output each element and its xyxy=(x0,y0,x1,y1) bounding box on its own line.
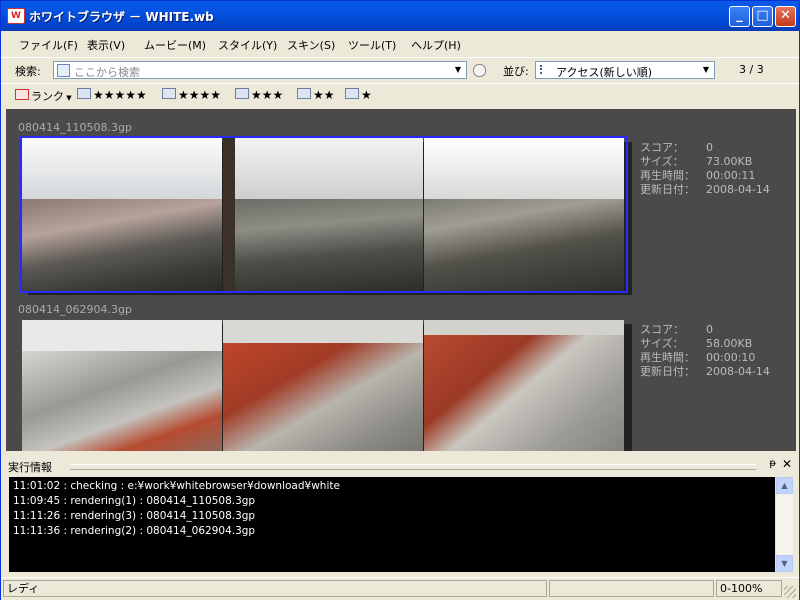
status-bar: レディ 0-100% xyxy=(1,577,799,600)
rank-dropdown[interactable]: ランク ▼ xyxy=(15,88,72,104)
size-value: 73.00KB xyxy=(706,155,753,168)
title-bar[interactable]: W ホワイトブラウザ － WHITE.wb _ □ ✕ xyxy=(1,1,799,31)
log-line: 11:09:45 : rendering(1) : 080414_110508.… xyxy=(13,495,256,507)
maximize-icon: □ xyxy=(756,8,769,23)
pin-icon[interactable]: ᵽ xyxy=(769,458,776,469)
status-empty xyxy=(549,580,714,597)
search-placeholder: ここから検索 xyxy=(74,66,140,79)
movie-info: スコア： 0 サイズ： 73.00KB 再生時間： 00:00:11 更新日付： 200… xyxy=(640,141,770,197)
size-value: 58.00KB xyxy=(706,337,753,350)
rank-icon xyxy=(297,88,311,99)
rank-icon xyxy=(15,89,29,100)
search-label: 検索: xyxy=(15,65,41,78)
sort-value: アクセス(新しい順) xyxy=(556,66,653,79)
size-label: サイズ： xyxy=(640,155,684,168)
movie-list[interactable]: 080414_110508.3gp スコア： 0 サイズ： 73.00KB 再生時間… xyxy=(6,109,796,451)
date-value: 2008-04-14 xyxy=(706,365,770,378)
rank-stars: ★★★★★ xyxy=(93,88,147,102)
menu-view[interactable]: 表示(V) xyxy=(87,37,125,53)
rank-icon xyxy=(77,88,91,99)
menu-skin[interactable]: スキン(S) xyxy=(287,37,335,53)
rank-5-button[interactable]: ★★★★★ xyxy=(77,88,147,102)
movie-info: スコア： 0 サイズ： 58.00KB 再生時間： 00:00:10 更新日付： 200… xyxy=(640,323,770,379)
sort-label: 並び: xyxy=(503,65,529,78)
rank-icon xyxy=(162,88,176,99)
rank-3-button[interactable]: ★★★ xyxy=(235,88,283,102)
chevron-down-icon: ▼ xyxy=(64,94,72,102)
thumbnail-frame xyxy=(424,138,624,291)
panel-grip[interactable] xyxy=(70,464,756,470)
date-label: 更新日付： xyxy=(640,365,695,378)
size-label: サイズ： xyxy=(640,337,684,350)
rank-stars: ★ xyxy=(361,88,372,102)
date-label: 更新日付： xyxy=(640,183,695,196)
menu-bar: ファイル(F) 表示(V) ムービー(M) スタイル(Y) スキン(S) ツール… xyxy=(1,31,799,57)
score-value: 0 xyxy=(706,323,713,336)
minimize-icon: _ xyxy=(736,8,743,23)
log-line: 11:01:02 : checking : e:¥work¥whitebrows… xyxy=(13,480,340,492)
menu-help[interactable]: ヘルプ(H) xyxy=(411,37,461,53)
status-zoom: 0-100% xyxy=(716,580,782,597)
search-icon xyxy=(57,64,70,77)
rank-1-button[interactable]: ★ xyxy=(345,88,372,102)
rank-icon xyxy=(235,88,249,99)
log-output[interactable]: 11:01:02 : checking : e:¥work¥whitebrows… xyxy=(9,477,775,572)
list-icon xyxy=(540,65,551,74)
menu-file[interactable]: ファイル(F) xyxy=(19,37,78,53)
maximize-button[interactable]: □ xyxy=(752,6,773,27)
rank-stars: ★★ xyxy=(313,88,335,102)
log-panel-title: 実行情報 xyxy=(8,461,52,474)
scroll-up-icon[interactable]: ▲ xyxy=(776,477,793,494)
search-go-icon[interactable] xyxy=(473,64,486,77)
resize-grip-icon[interactable] xyxy=(784,586,796,598)
duration-label: 再生時間： xyxy=(640,351,695,364)
rank-2-button[interactable]: ★★ xyxy=(297,88,335,102)
score-value: 0 xyxy=(706,141,713,154)
close-icon[interactable]: ✕ xyxy=(782,457,792,471)
menu-tools[interactable]: ツール(T) xyxy=(348,37,396,53)
movie-thumbnails[interactable] xyxy=(22,320,626,451)
rank-4-button[interactable]: ★★★★ xyxy=(162,88,221,102)
log-line: 11:11:26 : rendering(3) : 080414_110508.… xyxy=(13,510,256,522)
date-value: 2008-04-14 xyxy=(706,183,770,196)
thumbnail-frame xyxy=(223,320,423,451)
app-window: W ホワイトブラウザ － WHITE.wb _ □ ✕ ファイル(F) 表示(V… xyxy=(0,0,800,600)
movie-filename: 080414_062904.3gp xyxy=(18,303,132,316)
window-title: ホワイトブラウザ － WHITE.wb xyxy=(29,10,214,24)
rank-toolbar: ランク ▼ ★★★★★ ★★★★ ★★★ ★★ ★ xyxy=(1,83,799,108)
thumbnail-frame xyxy=(424,320,624,451)
rank-label: ランク xyxy=(31,90,64,103)
score-label: スコア： xyxy=(640,141,684,154)
rank-stars: ★★★ xyxy=(251,88,284,102)
rank-icon xyxy=(345,88,359,99)
score-label: スコア： xyxy=(640,323,684,336)
log-scrollbar[interactable]: ▲ ▼ xyxy=(775,477,793,572)
search-input[interactable]: ここから検索 ▼ xyxy=(53,61,467,79)
duration-value: 00:00:11 xyxy=(706,169,756,182)
movie-filename: 080414_110508.3gp xyxy=(18,121,132,134)
log-line: 11:11:36 : rendering(2) : 080414_062904.… xyxy=(13,525,256,537)
rank-stars: ★★★★ xyxy=(178,88,222,102)
menu-style[interactable]: スタイル(Y) xyxy=(218,37,277,53)
app-icon[interactable]: W xyxy=(7,8,25,24)
thumbnail-frame xyxy=(22,138,222,291)
sort-select[interactable]: アクセス(新しい順) ▼ xyxy=(535,61,715,79)
close-icon: ✕ xyxy=(780,8,791,23)
menu-movie[interactable]: ムービー(M) xyxy=(144,37,206,53)
status-text: レディ xyxy=(3,580,547,597)
chevron-down-icon[interactable]: ▼ xyxy=(452,64,464,76)
thumbnail-frame xyxy=(223,138,423,291)
page-indicator: 3 / 3 xyxy=(739,63,764,76)
search-toolbar: 検索: ここから検索 ▼ 並び: アクセス(新しい順) ▼ 3 / 3 xyxy=(1,57,799,84)
duration-label: 再生時間： xyxy=(640,169,695,182)
scroll-down-icon[interactable]: ▼ xyxy=(776,555,793,572)
duration-value: 00:00:10 xyxy=(706,351,756,364)
chevron-down-icon[interactable]: ▼ xyxy=(700,64,712,76)
movie-thumbnails[interactable] xyxy=(20,136,628,293)
close-button[interactable]: ✕ xyxy=(775,6,796,27)
log-panel-header: 実行情報 ᵽ ✕ xyxy=(6,457,796,475)
thumbnail-frame xyxy=(22,320,222,451)
minimize-button[interactable]: _ xyxy=(729,6,750,27)
